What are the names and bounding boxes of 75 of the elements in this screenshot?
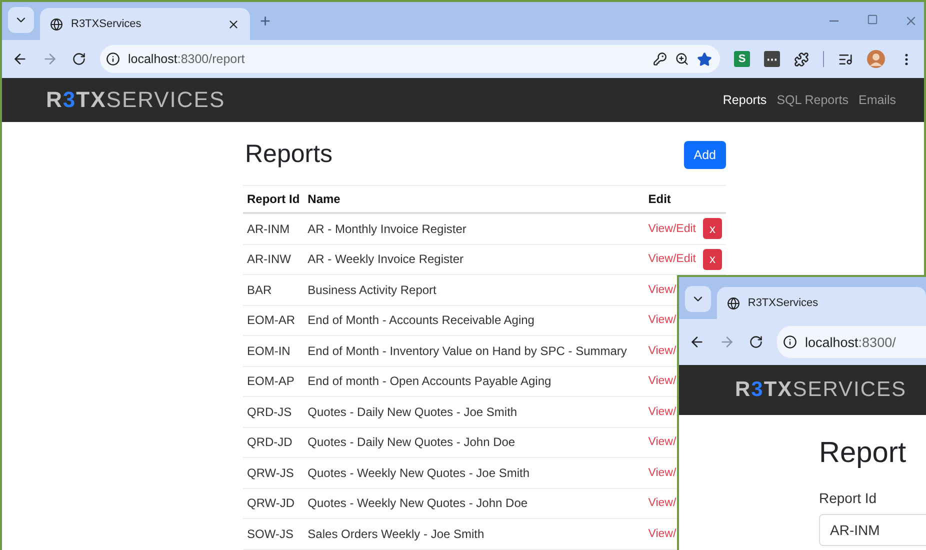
- field-label: Report Id: [819, 490, 878, 506]
- star-icon[interactable]: [697, 52, 712, 66]
- url-text: localhost:8300/report: [128, 52, 246, 66]
- column-header: Report Id: [243, 186, 304, 213]
- nav-link[interactable]: Emails: [858, 93, 896, 107]
- reload-icon[interactable]: [749, 335, 763, 349]
- view-edit-link[interactable]: View/: [648, 375, 676, 388]
- view-edit-link[interactable]: View/: [648, 284, 676, 296]
- reload-icon[interactable]: [72, 52, 86, 66]
- extension-icon[interactable]: ⋯: [764, 51, 780, 67]
- back-icon[interactable]: [12, 51, 28, 67]
- page-title: Report: [819, 437, 908, 470]
- report-name-cell: Quotes - Weekly New Quotes - John Doe: [304, 488, 644, 518]
- report-name-cell: Sales Orders Weekly - Joe Smith: [304, 518, 644, 549]
- view-edit-link[interactable]: View/: [648, 436, 676, 448]
- view-edit-link[interactable]: View/: [648, 497, 676, 510]
- address-field[interactable]: localhost:8300/: [777, 326, 926, 358]
- page-title: Reports: [245, 140, 333, 169]
- logo: R3TXSERVICES: [46, 87, 226, 113]
- close-icon[interactable]: [227, 18, 240, 30]
- report-id-cell: AR-INW: [243, 244, 304, 274]
- new-tab-button[interactable]: +: [260, 11, 271, 32]
- extension-icon[interactable]: S: [734, 51, 750, 67]
- view-edit-link[interactable]: View/: [648, 314, 676, 326]
- report-name-cell: AR - Monthly Invoice Register: [304, 213, 644, 244]
- report-id-cell: AR-INM: [243, 213, 304, 244]
- back-icon[interactable]: [689, 334, 705, 350]
- playlist-icon[interactable]: [838, 52, 853, 66]
- add-button[interactable]: Add: [684, 140, 726, 168]
- report-name-cell: Quotes - Daily New Quotes - John Doe: [304, 427, 644, 458]
- report-id-cell: QRW-JD: [243, 488, 304, 518]
- report-id-cell: EOM-IN: [243, 336, 304, 366]
- avatar-icon[interactable]: [867, 50, 885, 68]
- browser-tab[interactable]: R3TXServices: [716, 287, 926, 319]
- view-edit-link[interactable]: View/Edit: [648, 253, 696, 266]
- report-name-cell: Quotes - Daily New Quotes - Joe Smith: [304, 396, 644, 427]
- globe-icon: [726, 296, 740, 310]
- report-name-cell: Business Activity Report: [304, 274, 644, 305]
- tab-menu-button[interactable]: [8, 7, 34, 33]
- report-name-cell: End of Month - Accounts Receivable Aging: [304, 305, 644, 336]
- report-id-cell: QRD-JS: [243, 396, 304, 427]
- url-text: localhost:8300/: [805, 334, 897, 350]
- report-name-cell: End of Month - Inventory Value on Hand by SPC - Summary: [304, 336, 644, 366]
- delete-button[interactable]: x: [703, 248, 722, 270]
- globe-icon: [50, 18, 63, 30]
- column-header: Edit: [644, 186, 726, 213]
- tab-menu-button[interactable]: [685, 286, 711, 312]
- report-name-cell: AR - Weekly Invoice Register: [304, 244, 644, 274]
- report-id-cell: SOW-JS: [243, 518, 304, 549]
- report-name-cell: End of month - Open Accounts Payable Aging: [304, 366, 644, 396]
- puzzle-icon[interactable]: [794, 52, 809, 66]
- view-edit-link[interactable]: View/: [648, 528, 676, 540]
- report-id-field[interactable]: AR-INM: [819, 514, 926, 546]
- report-id-cell: EOM-AR: [243, 305, 304, 336]
- view-edit-link[interactable]: View/Edit: [648, 222, 696, 235]
- zoom-icon[interactable]: [675, 52, 689, 66]
- address-field[interactable]: localhost:8300/report: [100, 45, 720, 73]
- report-id-cell: QRW-JS: [243, 458, 304, 488]
- report-id-cell: BAR: [243, 274, 304, 305]
- report-name-cell: Quotes - Weekly New Quotes - Joe Smith: [304, 458, 644, 488]
- logo: R3TXSERVICES: [735, 378, 907, 402]
- column-header: Name: [304, 186, 644, 213]
- key-icon[interactable]: [653, 52, 667, 66]
- info-icon[interactable]: [106, 52, 120, 66]
- info-icon[interactable]: [783, 335, 797, 349]
- maximize-icon[interactable]: [867, 14, 878, 25]
- view-edit-link[interactable]: View/: [648, 466, 676, 479]
- view-edit-link[interactable]: View/: [648, 344, 676, 357]
- nav-link[interactable]: SQL Reports: [776, 93, 848, 107]
- view-edit-link[interactable]: View/: [648, 406, 676, 418]
- report-id-cell: QRD-JD: [243, 427, 304, 458]
- nav-link[interactable]: Reports: [722, 93, 767, 107]
- browser-tab[interactable]: R3TXServices: [40, 8, 250, 40]
- report-id-cell: EOM-AP: [243, 366, 304, 396]
- delete-button[interactable]: x: [703, 218, 722, 240]
